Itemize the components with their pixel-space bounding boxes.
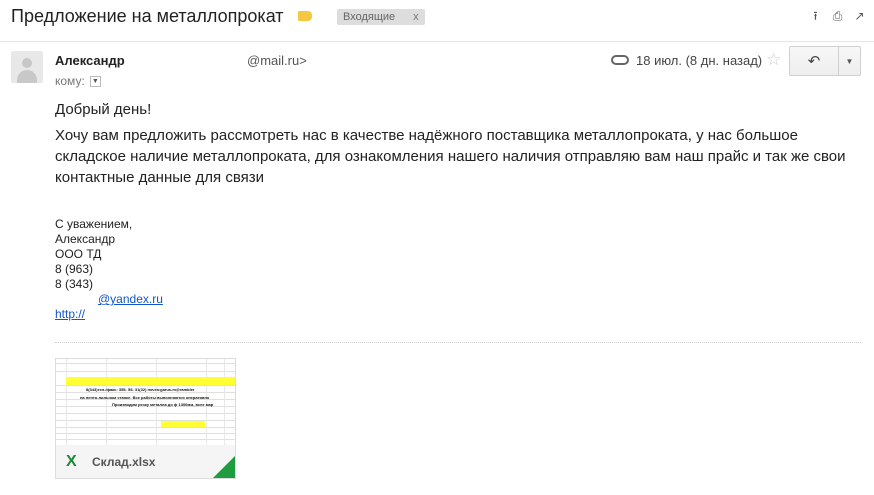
folder-chip-remove[interactable]: x — [413, 11, 419, 23]
folder-chip[interactable]: Входящие x — [337, 9, 425, 25]
attachment-clip-icon — [611, 55, 629, 65]
preview-highlight — [66, 377, 235, 385]
preview-highlight — [161, 421, 205, 427]
chevron-down-icon: ▼ — [845, 56, 854, 66]
preview-text: 8(343)тел./факс: 355- 55- 31(32) почта:g… — [86, 387, 195, 392]
message-date: 18 июл. (8 дн. назад) — [636, 53, 763, 68]
new-window-icon[interactable]: ↗ — [853, 10, 866, 23]
signature-email-link[interactable]: @yandex.ru — [98, 292, 163, 306]
reply-button[interactable]: ↶ — [790, 47, 839, 75]
label-tag-icon[interactable] — [298, 11, 312, 21]
top-icons: ⭱ ⎙ ↗ — [809, 10, 866, 23]
attachments-divider — [55, 342, 861, 343]
spreadsheet-corner-icon — [213, 456, 235, 478]
divider — [0, 41, 874, 42]
signature-line: 8 (343) — [55, 277, 94, 291]
to-label: кому: — [55, 74, 85, 88]
signature: С уважением, Александр ООО ТД 8 (963) 8 … — [55, 217, 132, 292]
details-dropdown-icon[interactable]: ▼ — [89, 75, 101, 87]
signature-line: Александр — [55, 232, 116, 246]
signature-line: С уважением, — [55, 217, 133, 231]
attachment-filename: Склад.xlsx — [92, 455, 156, 469]
message-greeting: Добрый день! — [55, 101, 152, 118]
sender-name[interactable]: Александр — [55, 53, 125, 68]
signature-line: 8 (963) — [55, 262, 94, 276]
reply-button-group: ↶ ▼ — [789, 46, 861, 76]
avatar[interactable] — [11, 51, 43, 83]
message-body: Хочу вам предложить рассмотреть нас в ка… — [55, 127, 846, 186]
avatar-body-icon — [17, 70, 37, 83]
preview-text: на ленто-пильном станке. Все работы выпо… — [80, 395, 210, 400]
signature-line: ООО ТД — [55, 247, 102, 261]
attachment-card[interactable]: 8(343)тел./факс: 355- 55- 31(32) почта:g… — [55, 358, 236, 479]
email-subject: Предложение на металлопрокат — [11, 6, 284, 26]
excel-icon: X — [66, 453, 77, 470]
subject-bar: Предложение на металлопрокат Входящие x … — [0, 0, 874, 36]
preview-text: Производим резку металла до ф 1300мм, вс… — [112, 402, 214, 407]
attachment-preview: 8(343)тел./факс: 355- 55- 31(32) почта:g… — [56, 359, 235, 445]
archive-icon[interactable]: ⭱ — [809, 10, 822, 23]
signature-url-link[interactable]: http:// — [55, 307, 85, 321]
print-icon[interactable]: ⎙ — [831, 10, 844, 23]
recipient-line: кому: ▼ — [55, 74, 101, 88]
avatar-head-icon — [22, 58, 32, 68]
star-icon[interactable]: ☆ — [766, 50, 781, 70]
folder-chip-label: Входящие — [343, 11, 396, 23]
sender-email: @mail.ru> — [247, 53, 307, 68]
reply-arrow-icon: ↶ — [807, 53, 821, 70]
more-actions-button[interactable]: ▼ — [839, 47, 860, 75]
